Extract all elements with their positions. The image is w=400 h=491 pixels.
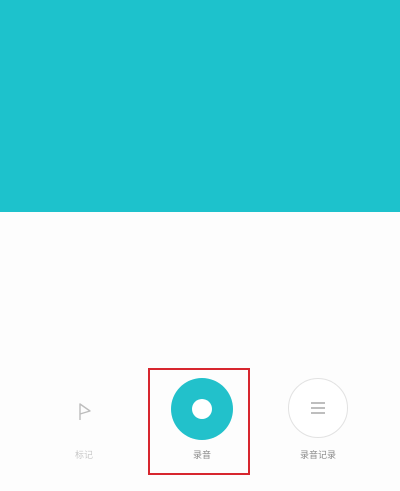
record-button[interactable]: [171, 378, 233, 440]
recordings-list-button[interactable]: [288, 378, 348, 438]
mark-button[interactable]: [50, 378, 118, 446]
recording-waveform-panel: [0, 0, 400, 212]
record-circle-icon: [192, 399, 212, 419]
record-label: 录音: [192, 451, 211, 461]
list-lines-icon: [311, 402, 325, 414]
flag-outline-icon: [79, 403, 91, 420]
recordings-list-label: 录音记录: [299, 451, 336, 461]
mark-label: 标记: [74, 451, 93, 461]
